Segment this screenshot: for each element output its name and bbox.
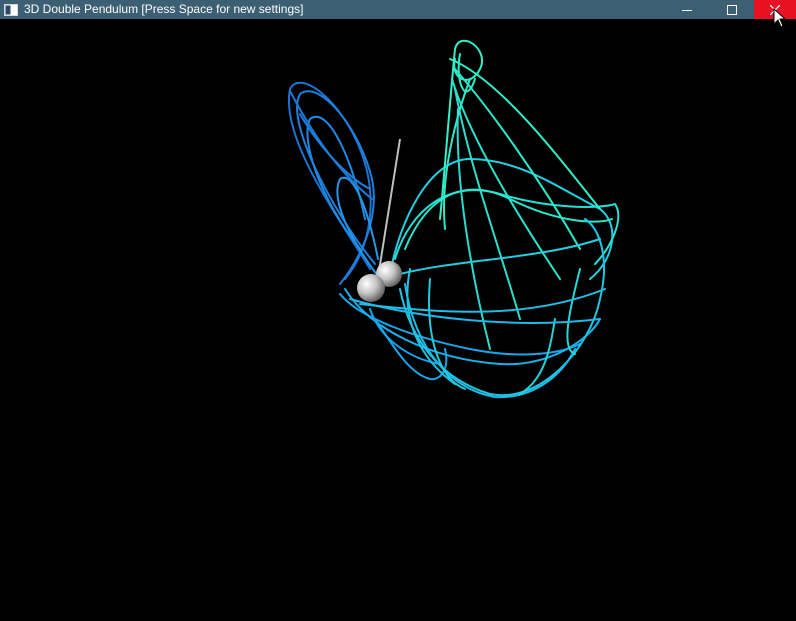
trail-segment: [404, 283, 576, 399]
trail-segment: [344, 288, 601, 366]
app-window-icon[interactable]: [4, 3, 18, 16]
minimize-icon: [681, 5, 692, 15]
minimize-button[interactable]: [664, 0, 709, 19]
lower-bob: [357, 274, 385, 302]
trail-segment: [454, 88, 521, 320]
pendulum-scene: [287, 39, 620, 399]
trail-segment: [389, 158, 614, 280]
window-title: 3D Double Pendulum [Press Space for new …: [24, 2, 304, 16]
trail-segment: [359, 288, 606, 313]
pendulum-window: 3D Double Pendulum [Press Space for new …: [0, 0, 796, 621]
maximize-button[interactable]: [709, 0, 754, 19]
render-viewport[interactable]: [0, 19, 796, 621]
pendulum-assembly: [357, 138, 402, 302]
title-bar[interactable]: 3D Double Pendulum [Press Space for new …: [0, 0, 796, 19]
mouse-pointer-icon: [773, 7, 787, 28]
maximize-icon: [726, 4, 737, 15]
trail-segment: [456, 108, 491, 350]
trail-segment: [339, 293, 581, 356]
trail-segment: [449, 58, 601, 210]
pendulum-trail: [287, 39, 620, 399]
